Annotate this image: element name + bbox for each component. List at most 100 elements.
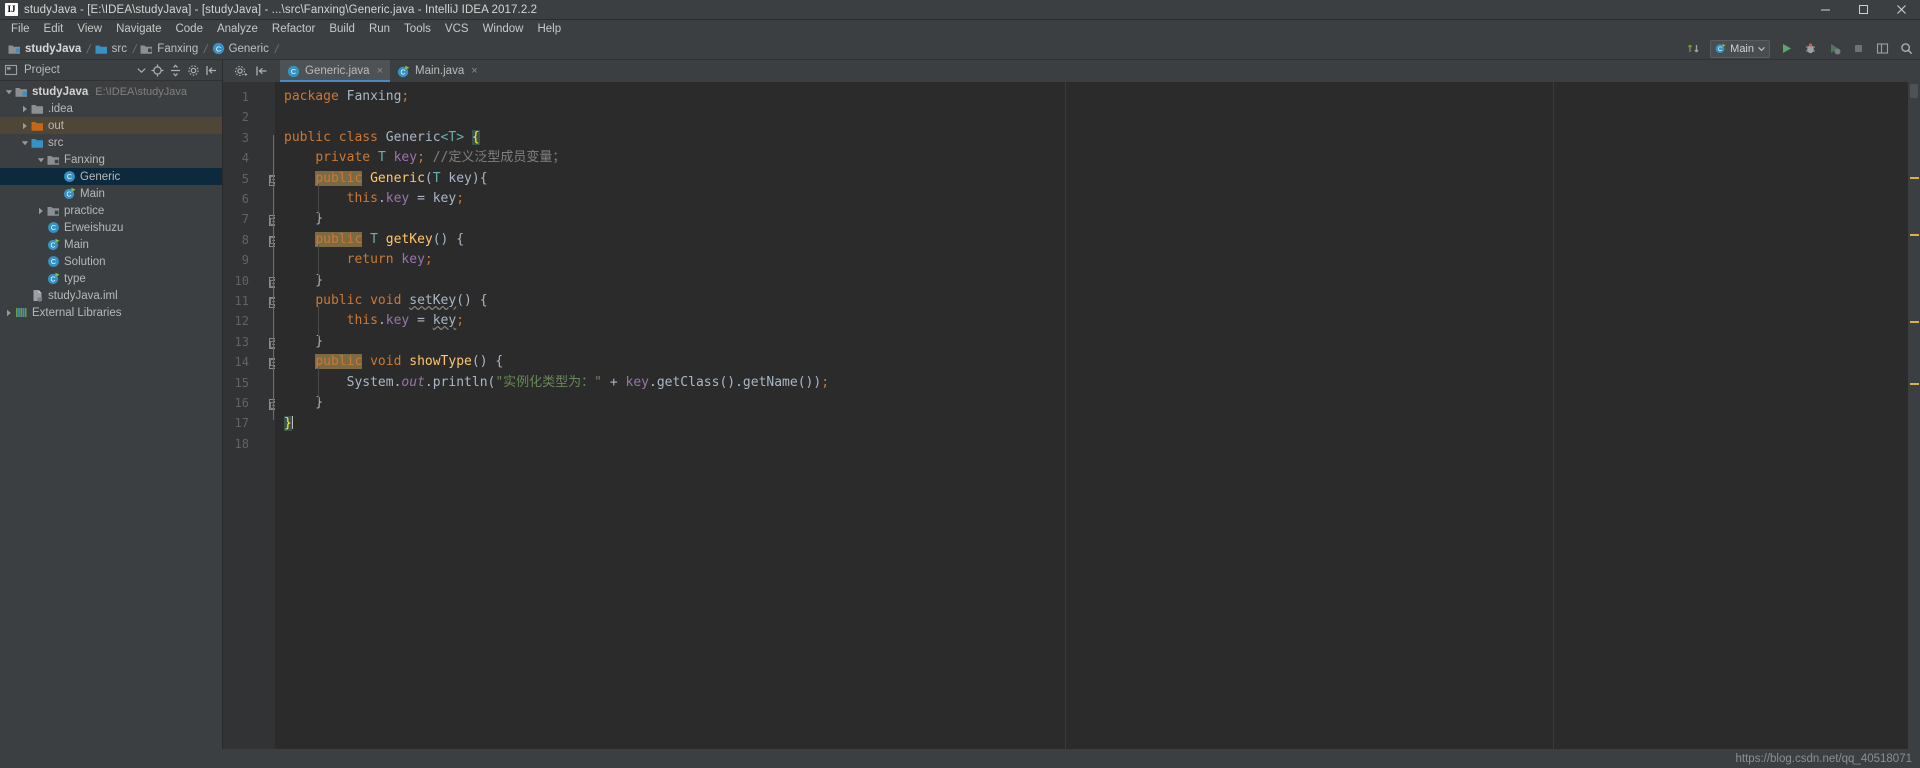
- tab-generic-java[interactable]: C Generic.java ×: [280, 60, 390, 82]
- tree-node-main[interactable]: C Main: [0, 236, 222, 253]
- tab-close-icon[interactable]: ×: [377, 65, 383, 77]
- chevron-down-icon[interactable]: [19, 134, 30, 151]
- chevron-right-icon[interactable]: [35, 202, 46, 219]
- menu-run[interactable]: Run: [362, 22, 397, 36]
- svg-text:C: C: [215, 44, 221, 53]
- folder-orange-icon: [30, 117, 45, 134]
- package-icon: [46, 151, 61, 168]
- breadcrumb-src[interactable]: src: [93, 38, 130, 59]
- hide-icon[interactable]: [205, 64, 218, 77]
- stop-icon[interactable]: [1851, 41, 1866, 56]
- tree-node-src[interactable]: src: [0, 134, 222, 151]
- debug-icon[interactable]: [1803, 41, 1818, 56]
- code-line: public void setKey() {: [315, 293, 488, 308]
- chevron-right-icon[interactable]: [3, 304, 14, 321]
- menu-tools[interactable]: Tools: [397, 22, 438, 36]
- project-tool-window-header: Project: [0, 60, 222, 81]
- scrollbar-thumb[interactable]: [1910, 84, 1918, 98]
- tab-close-icon[interactable]: ×: [471, 65, 477, 77]
- line-number: 8: [241, 232, 249, 247]
- code-line: this.key = key;: [346, 191, 465, 206]
- run-configuration-selector[interactable]: C Main: [1710, 39, 1770, 58]
- settings-icon[interactable]: [234, 64, 248, 78]
- hide-icon[interactable]: [255, 64, 269, 78]
- tree-node-main[interactable]: C Main: [0, 185, 222, 202]
- collapse-all-icon[interactable]: [169, 64, 182, 77]
- close-icon[interactable]: [1882, 0, 1920, 19]
- chevron-down-icon[interactable]: [137, 67, 146, 74]
- menu-edit[interactable]: Edit: [37, 22, 71, 36]
- inspection-marker[interactable]: [1910, 177, 1919, 179]
- marker-strip-scrollbar[interactable]: [1908, 82, 1920, 749]
- line-number: 9: [241, 253, 249, 268]
- tree-node-studyjava[interactable]: studyJava E:\IDEA\studyJava: [0, 83, 222, 100]
- line-number: 1: [241, 90, 249, 104]
- code-line: public Generic(T key){: [315, 170, 488, 186]
- tree-node-label: studyJava: [32, 85, 89, 98]
- code-editor[interactable]: 1 2 3 4 5 6 7 8 9 10 11 12 13 14 15 16 17 18 package Fanx…: [223, 82, 1920, 749]
- breadcrumb-studyjava[interactable]: studyJava: [6, 38, 84, 59]
- breadcrumb-separator: /: [85, 41, 93, 56]
- tree-node-external-libraries[interactable]: External Libraries: [0, 304, 222, 321]
- coverage-icon[interactable]: [1827, 41, 1842, 56]
- tree-node-practice[interactable]: practice: [0, 202, 222, 219]
- chevron-down-icon[interactable]: [35, 151, 46, 168]
- locate-icon[interactable]: [151, 64, 164, 77]
- code-line: public void showType() {: [315, 354, 504, 370]
- menu-analyze[interactable]: Analyze: [210, 22, 265, 36]
- tree-node-erweishuzu[interactable]: C Erweishuzu: [0, 219, 222, 236]
- project-tree[interactable]: studyJava E:\IDEA\studyJava .idea out src Fan…: [0, 81, 222, 749]
- tab-main-java[interactable]: C Main.java ×: [390, 60, 485, 82]
- package-icon: [46, 202, 61, 219]
- intellij-idea-window: IJ studyJava - [E:\IDEA\studyJava] - [st…: [0, 0, 1920, 768]
- tree-node-type[interactable]: Ctype: [0, 270, 222, 287]
- source-folder-icon: [95, 45, 107, 54]
- svg-text:C: C: [50, 243, 55, 250]
- class-fold-region-line: [273, 134, 274, 421]
- inspection-marker[interactable]: [1910, 321, 1919, 323]
- java-class-icon: C: [212, 42, 224, 55]
- chevron-right-icon[interactable]: [19, 117, 30, 134]
- inspection-marker[interactable]: [1910, 234, 1919, 236]
- menu-view[interactable]: View: [70, 22, 109, 36]
- svg-text:C: C: [400, 69, 405, 76]
- code-content[interactable]: package Fanxing; public class Generic<T> …: [275, 82, 1908, 749]
- menu-help[interactable]: Help: [530, 22, 568, 36]
- tree-node-fanxing[interactable]: Fanxing: [0, 151, 222, 168]
- svg-text:C: C: [51, 257, 56, 266]
- chevron-right-icon[interactable]: [19, 100, 30, 117]
- run-icon[interactable]: [1779, 41, 1794, 56]
- menu-navigate[interactable]: Navigate: [109, 22, 168, 36]
- vcs-update-icon[interactable]: [1686, 41, 1701, 56]
- indent-guide: [318, 244, 319, 280]
- menu-window[interactable]: Window: [476, 22, 531, 36]
- breadcrumb-generic[interactable]: C Generic: [210, 38, 272, 59]
- tree-node-out[interactable]: out: [0, 117, 222, 134]
- menu-code[interactable]: Code: [168, 22, 210, 36]
- menu-vcs[interactable]: VCS: [438, 22, 476, 36]
- breadcrumb-fanxing[interactable]: Fanxing: [138, 38, 201, 59]
- minimize-icon[interactable]: [1806, 0, 1844, 19]
- svg-text:C: C: [67, 172, 72, 181]
- tree-node-solution[interactable]: C Solution: [0, 253, 222, 270]
- chevron-down-icon[interactable]: [3, 83, 14, 100]
- indent-guide: [318, 367, 319, 402]
- editor-gutter[interactable]: 1 2 3 4 5 6 7 8 9 10 11 12 13 14 15 16 17 18: [223, 82, 280, 749]
- layout-icon[interactable]: [1875, 41, 1890, 56]
- main-body: Project studyJava E:\IDEA\studyJava .ide…: [0, 60, 1920, 749]
- search-everywhere-icon[interactable]: [1899, 41, 1914, 56]
- tree-node--idea[interactable]: .idea: [0, 100, 222, 117]
- menu-refactor[interactable]: Refactor: [265, 22, 322, 36]
- inspection-marker[interactable]: [1910, 383, 1919, 385]
- tree-node-studyjava-iml[interactable]: _ studyJava.iml: [0, 287, 222, 304]
- editor-tab-bar: C Generic.java × C Main.java ×: [223, 60, 1920, 82]
- menu-bar: File Edit View Navigate Code Analyze Ref…: [0, 20, 1920, 38]
- settings-icon[interactable]: [187, 64, 200, 77]
- maximize-icon[interactable]: [1844, 0, 1882, 19]
- java-class-icon: C: [62, 168, 77, 185]
- chevron-down-icon: [1758, 46, 1765, 51]
- menu-build[interactable]: Build: [322, 22, 362, 36]
- tree-node-path: E:\IDEA\studyJava: [95, 85, 187, 98]
- tree-node-generic[interactable]: C Generic: [0, 168, 222, 185]
- menu-file[interactable]: File: [4, 22, 37, 36]
